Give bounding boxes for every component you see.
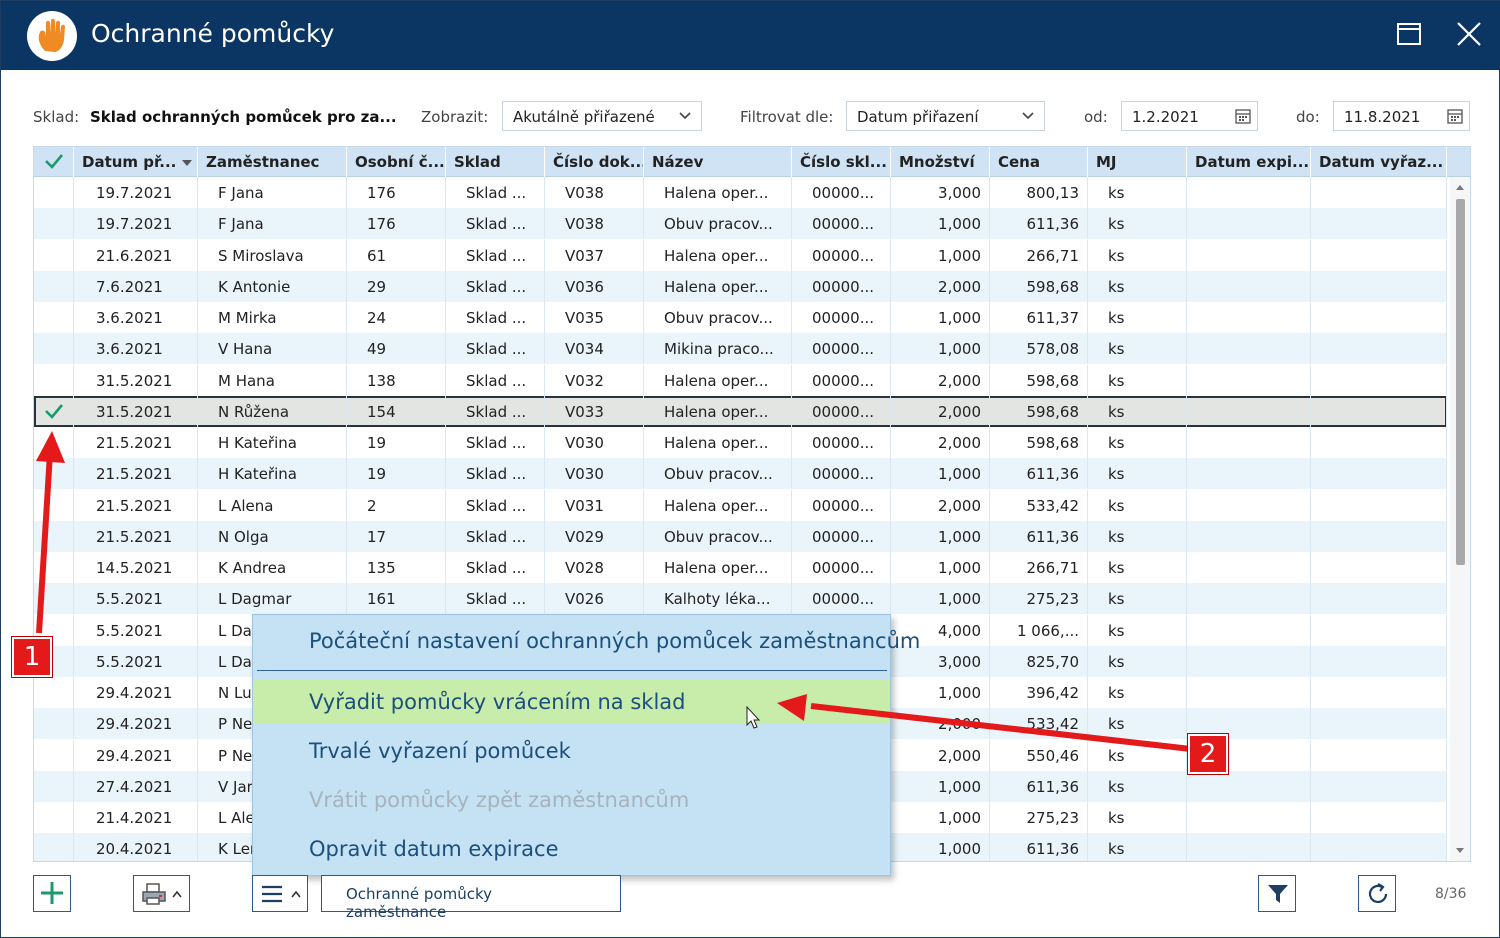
annotation-badge-1: 1: [12, 637, 52, 677]
annotation-badge-2: 2: [1188, 734, 1228, 774]
annotation-arrows: [36, 431, 1192, 752]
app-window: Ochranné pomůcky Sklad: Sklad ochranných…: [0, 0, 1500, 938]
